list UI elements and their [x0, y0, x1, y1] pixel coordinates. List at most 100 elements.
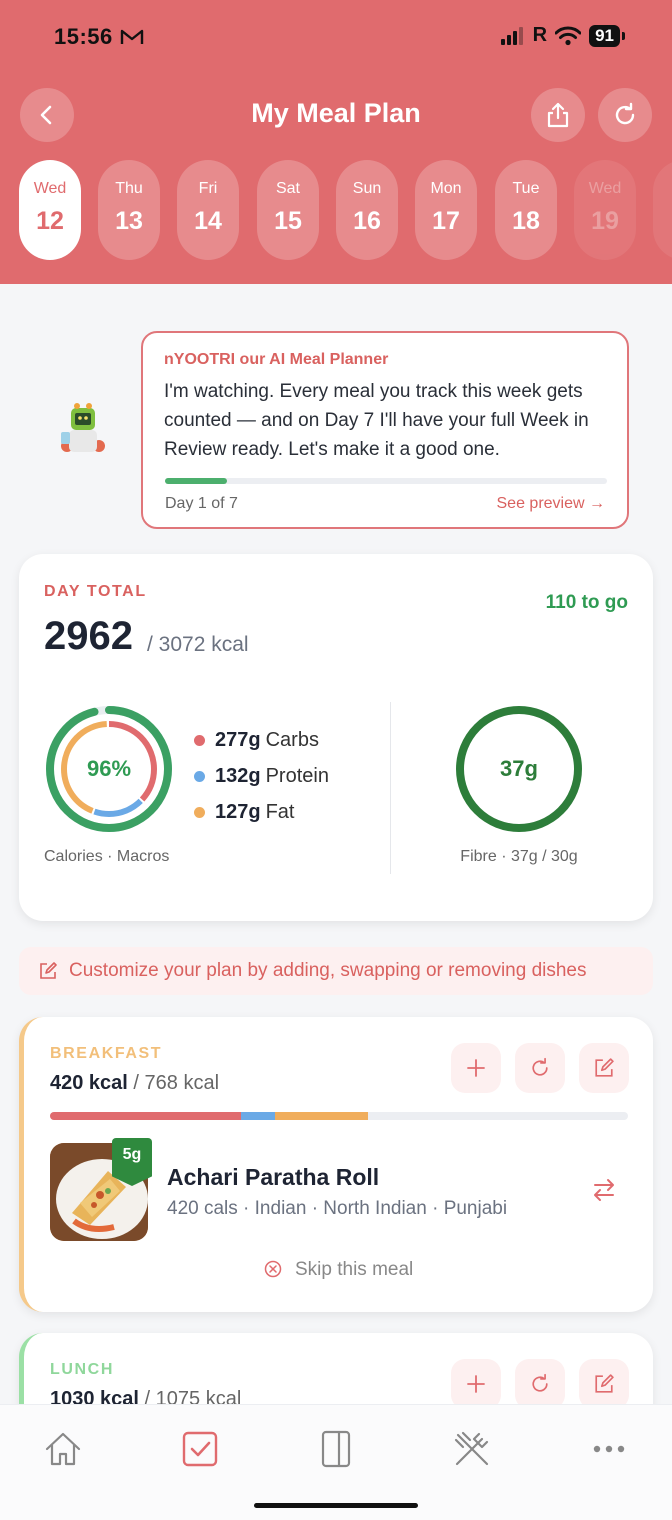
day-number: 15: [274, 207, 302, 235]
add-dish-button[interactable]: [451, 1043, 501, 1093]
fat-segment: [275, 1112, 368, 1120]
regenerate-meal-button[interactable]: [515, 1359, 565, 1409]
day-pill-wed-12[interactable]: Wed 12: [19, 160, 81, 260]
macro-name: Carbs: [265, 728, 319, 751]
day-number: 18: [512, 207, 540, 235]
macro-row-carbs: 277g Carbs: [194, 722, 329, 758]
protein-dot: [194, 770, 205, 782]
day-total-kcal: 2962: [44, 614, 133, 658]
day-name: Wed: [33, 180, 67, 197]
x-circle-icon: [264, 1260, 281, 1278]
customize-text: Customize your plan by adding, swapping …: [69, 960, 587, 981]
ai-card-message: I'm watching. Every meal you track this …: [164, 381, 589, 460]
meal-macro-bar: [50, 1112, 628, 1120]
edit-meal-button[interactable]: [579, 1359, 629, 1409]
day-name: Wed: [588, 180, 622, 197]
edit-meal-button[interactable]: [579, 1043, 629, 1093]
week-progress-bar: [165, 478, 607, 484]
plus-icon: [467, 1059, 485, 1077]
calories-percent: 96%: [86, 756, 132, 781]
week-progress-label: Day 1 of 7: [165, 495, 238, 512]
dish-name[interactable]: Achari Paratha Roll: [167, 1164, 379, 1191]
home-icon[interactable]: [43, 1429, 83, 1469]
meal-label: LUNCH: [50, 1361, 114, 1378]
protein-segment: [240, 1112, 276, 1120]
macro-row-fat: 127g Fat: [194, 794, 329, 830]
day-name: Thu: [115, 180, 143, 197]
day-number: 14: [194, 207, 222, 235]
day-total-label: DAY TOTAL: [44, 583, 147, 600]
macro-amount: 277g: [215, 728, 261, 751]
day-pill-tue-18[interactable]: Tue 18: [495, 160, 557, 260]
add-dish-button[interactable]: [451, 1359, 501, 1409]
share-icon: [547, 102, 569, 128]
fibre-badge: 5g: [112, 1138, 152, 1186]
day-pill-sat-15[interactable]: Sat 15: [257, 160, 319, 260]
fat-dot: [194, 806, 205, 818]
refresh-plan-button[interactable]: [598, 88, 652, 142]
day-pill-fri-14[interactable]: Fri 14: [177, 160, 239, 260]
meal-kcal-target: / 768 kcal: [133, 1072, 220, 1094]
edit-icon: [595, 1058, 614, 1077]
home-indicator: [254, 1503, 418, 1508]
see-preview-link[interactable]: See preview →: [497, 495, 606, 513]
day-name: Fri: [198, 180, 218, 197]
more-icon[interactable]: [589, 1429, 629, 1469]
signal-icon: [500, 26, 525, 45]
day-name: Tue: [512, 180, 540, 197]
macro-amount: 132g: [215, 764, 261, 787]
edit-icon: [40, 962, 57, 979]
ai-assistant-avatar: [61, 403, 105, 452]
meal-label: BREAKFAST: [50, 1045, 163, 1062]
edit-icon: [595, 1374, 614, 1393]
journal-icon[interactable]: [316, 1429, 356, 1469]
dish-meta: 420 cals · Indian · North Indian · Punja…: [167, 1198, 508, 1219]
day-pill-thu-13[interactable]: Thu 13: [98, 160, 160, 260]
day-pill-sun-16[interactable]: Sun 16: [336, 160, 398, 260]
day-pill-next[interactable]: [653, 160, 672, 260]
status-time: 15:56: [54, 24, 113, 49]
day-number: 17: [432, 207, 460, 235]
meal-actions: [451, 1043, 629, 1093]
status-bar: 15:56 R 91: [0, 0, 672, 72]
day-number: 12: [36, 207, 64, 235]
mail-icon: [120, 29, 144, 44]
meal-kcal: 420 kcal / 768 kcal: [50, 1072, 219, 1095]
refresh-icon: [615, 102, 635, 125]
wifi-icon: [555, 26, 582, 45]
plan-checklist-icon[interactable]: [180, 1429, 220, 1469]
meal-kcal-value: 420 kcal: [50, 1072, 128, 1094]
skip-meal-link[interactable]: Skip this meal: [24, 1259, 653, 1281]
day-name: Mon: [430, 180, 462, 197]
swap-dish-icon[interactable]: [591, 1177, 617, 1203]
macro-row-protein: 132g Protein: [194, 758, 329, 794]
customize-plan-banner[interactable]: Customize your plan by adding, swapping …: [19, 947, 653, 995]
share-button[interactable]: [531, 88, 585, 142]
fibre-value: 37g: [500, 756, 538, 781]
meal-actions: [451, 1359, 629, 1409]
cutlery-icon[interactable]: [452, 1429, 492, 1469]
carbs-segment: [50, 1112, 241, 1120]
kcal-to-go: 110 to go: [545, 592, 628, 613]
day-number: 13: [115, 207, 143, 235]
carbs-dot: [194, 734, 205, 746]
ai-planner-card: nYOOTRI our AI Meal Planner I'm watching…: [141, 331, 629, 529]
ai-card-title: nYOOTRI our AI Meal Planner: [164, 351, 389, 368]
macro-name: Fat: [265, 800, 295, 823]
refresh-icon: [532, 1373, 548, 1392]
day-number: 19: [591, 207, 619, 235]
week-progress-fill: [165, 478, 227, 484]
card-divider: [390, 702, 391, 874]
day-pill-wed-19[interactable]: Wed 19: [574, 160, 636, 260]
skip-meal-text: Skip this meal: [295, 1259, 414, 1280]
regenerate-meal-button[interactable]: [515, 1043, 565, 1093]
battery-indicator: 91: [589, 24, 625, 47]
day-selector: Wed 12 Thu 13 Fri 14 Sat 15 Sun 16 Mon 1…: [19, 160, 672, 260]
day-pill-mon-17[interactable]: Mon 17: [415, 160, 477, 260]
refresh-icon: [532, 1057, 548, 1076]
carrier-label: R: [532, 24, 548, 46]
fibre-caption: Fibre · 37g / 30g: [460, 848, 578, 865]
day-total-card: DAY TOTAL 110 to go 2962 / 3072 kcal 96%…: [19, 554, 653, 921]
plus-icon: [467, 1375, 485, 1393]
macro-list: 277g Carbs 132g Protein 127g Fat: [194, 722, 329, 830]
